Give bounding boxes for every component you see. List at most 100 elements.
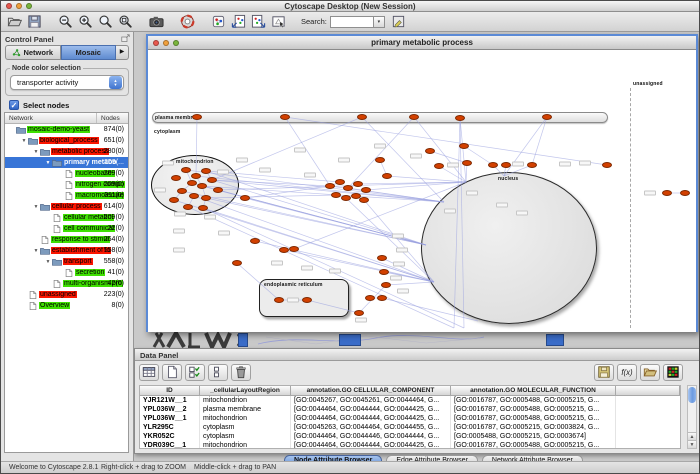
graph-node[interactable]	[357, 114, 367, 120]
graph-node[interactable]	[181, 167, 191, 173]
graph-node[interactable]	[602, 162, 612, 168]
tree-item-unassigned[interactable]: unassigned223(0)	[5, 289, 128, 300]
graph-node[interactable]	[382, 173, 392, 179]
formula-button[interactable]: f(x)	[617, 364, 637, 381]
graph-node[interactable]	[359, 197, 369, 203]
tree-item-metabolic-process[interactable]: ▼metabolic process280(0)	[5, 146, 128, 157]
tree-item-primary-metabo[interactable]: ▼primary metabo209(...	[5, 157, 128, 168]
graph-node[interactable]	[335, 179, 345, 185]
export-network-button[interactable]	[248, 13, 268, 31]
column-header-2[interactable]: _cellularLayoutRegion	[200, 386, 291, 396]
graph-node[interactable]	[280, 114, 290, 120]
graph-node[interactable]	[274, 297, 284, 303]
graph-node[interactable]	[169, 197, 179, 203]
graph-node[interactable]	[455, 115, 465, 121]
manual-layout-button[interactable]	[268, 13, 288, 31]
graph-node[interactable]	[302, 297, 312, 303]
expand-arrow-icon[interactable]: ▼	[32, 248, 40, 254]
table-cell[interactable]: YDR039C__1	[140, 441, 200, 449]
table-cell[interactable]: YLR295C	[140, 423, 200, 432]
table-cell[interactable]: mitochondrion	[200, 441, 291, 449]
tab-mosaic[interactable]: Mosaic	[61, 45, 117, 60]
graph-node[interactable]	[279, 247, 289, 253]
graph-node[interactable]	[434, 163, 444, 169]
graph-node[interactable]	[341, 195, 351, 201]
graph-node[interactable]	[361, 187, 371, 193]
graph-node[interactable]	[365, 295, 375, 301]
data-panel-titlebar[interactable]: Data Panel	[135, 349, 699, 361]
node-color-select[interactable]: transporter activity ▲▼	[10, 75, 124, 90]
tree-item-mosaic-demo-yeast[interactable]: mosaic-demo-yeast874(0)	[5, 124, 128, 135]
close-button[interactable]	[153, 40, 159, 46]
scroll-up-button[interactable]: ▲	[688, 432, 696, 440]
graph-node[interactable]	[343, 185, 353, 191]
graph-node[interactable]	[250, 238, 260, 244]
table-cell[interactable]: [GO:0016787, GO:0005488, GO:0005215, G..…	[451, 414, 616, 423]
graph-node[interactable]	[425, 148, 435, 154]
export-table-button[interactable]	[594, 364, 614, 381]
table-cell[interactable]: plasma membrane	[200, 405, 291, 414]
tree-item-establishment-of-lo[interactable]: ▼establishment of lo558(0)	[5, 245, 128, 256]
graph-node[interactable]	[289, 246, 299, 252]
tree-item-macromolecule[interactable]: macromolecule311(0)	[5, 190, 128, 201]
zoom-window-button[interactable]	[173, 40, 179, 46]
graph-node[interactable]	[353, 181, 363, 187]
select-attributes-button[interactable]	[185, 364, 205, 381]
network-canvas[interactable]: plasma membrane cytoplasm mitochondrion …	[148, 50, 696, 332]
new-attribute-button[interactable]	[162, 364, 182, 381]
table-cell[interactable]: [GO:0016787, GO:0005488, GO:0005215, G..…	[451, 405, 616, 414]
graph-node[interactable]	[201, 195, 211, 201]
scroll-down-button[interactable]: ▼	[688, 440, 696, 448]
scrollbar-thumb[interactable]	[688, 387, 696, 403]
graph-node[interactable]	[662, 190, 672, 196]
expand-arrow-icon[interactable]: ▼	[44, 160, 52, 166]
table-row[interactable]: YPL036W__2plasma membrane[GO:0044464, GO…	[140, 405, 680, 414]
table-cell[interactable]: YKR052C	[140, 432, 200, 441]
graph-node[interactable]	[459, 143, 469, 149]
annotation-button[interactable]	[389, 13, 409, 31]
table-cell[interactable]: [GO:0044464, GO:0044444, GO:0044425, G..…	[291, 441, 451, 449]
tab-network[interactable]: Network	[5, 45, 61, 60]
vizmapper-button[interactable]	[208, 13, 228, 31]
import-attributes-button[interactable]	[640, 364, 660, 381]
table-cell[interactable]: [GO:0044464, GO:0044444, GO:0044425, G..…	[291, 414, 451, 423]
delete-attribute-button[interactable]	[231, 364, 251, 381]
table-cell[interactable]: [GO:0016787, GO:0005215, GO:0003824, G..…	[451, 423, 616, 432]
close-button[interactable]	[6, 3, 12, 9]
heatmap-button[interactable]	[663, 364, 683, 381]
help-button[interactable]	[177, 13, 197, 31]
tab-overflow-button[interactable]: ▶	[116, 45, 129, 60]
minimize-button[interactable]	[16, 3, 22, 9]
graph-node[interactable]	[187, 180, 197, 186]
import-network-button[interactable]	[228, 13, 248, 31]
zoom-out-button[interactable]	[55, 13, 75, 31]
table-cell[interactable]: [GO:0016787, GO:0005488, GO:0005215, G..…	[451, 396, 616, 405]
graph-node[interactable]	[379, 269, 389, 275]
table-scrollbar[interactable]: ▲ ▼	[687, 385, 697, 449]
column-header-1[interactable]: ID	[140, 386, 200, 396]
table-cell[interactable]: YPL036W__1	[140, 414, 200, 423]
graph-node[interactable]	[377, 295, 387, 301]
search-dropdown-button[interactable]: ▾	[374, 16, 385, 28]
graph-node[interactable]	[183, 204, 193, 210]
graph-node[interactable]	[207, 177, 217, 183]
graph-node[interactable]	[189, 193, 199, 199]
tree-item-cellular-process[interactable]: ▼cellular process614(0)	[5, 201, 128, 212]
tree-column-nodes[interactable]: Nodes	[101, 115, 120, 122]
search-input[interactable]	[330, 16, 374, 28]
table-cell[interactable]: [GO:0044464, GO:0044446, GO:0044444, G..…	[291, 432, 451, 441]
select-nodes-checkbox[interactable]: ✓	[9, 100, 19, 110]
expand-arrow-icon[interactable]: ▼	[32, 204, 40, 210]
graph-node[interactable]	[527, 162, 537, 168]
graph-node[interactable]	[232, 260, 242, 266]
graph-node[interactable]	[542, 114, 552, 120]
graph-node[interactable]	[409, 114, 419, 120]
graph-node[interactable]	[375, 157, 385, 163]
graph-node[interactable]	[177, 188, 187, 194]
tree-item-overview[interactable]: Overview8(0)	[5, 300, 128, 311]
table-cell[interactable]: mitochondrion	[200, 414, 291, 423]
graph-node[interactable]	[191, 173, 201, 179]
unselect-attributes-button[interactable]	[208, 364, 228, 381]
table-cell[interactable]: [GO:0016787, GO:0005488, GO:0005215, G..…	[451, 441, 616, 449]
graph-node[interactable]	[488, 162, 498, 168]
